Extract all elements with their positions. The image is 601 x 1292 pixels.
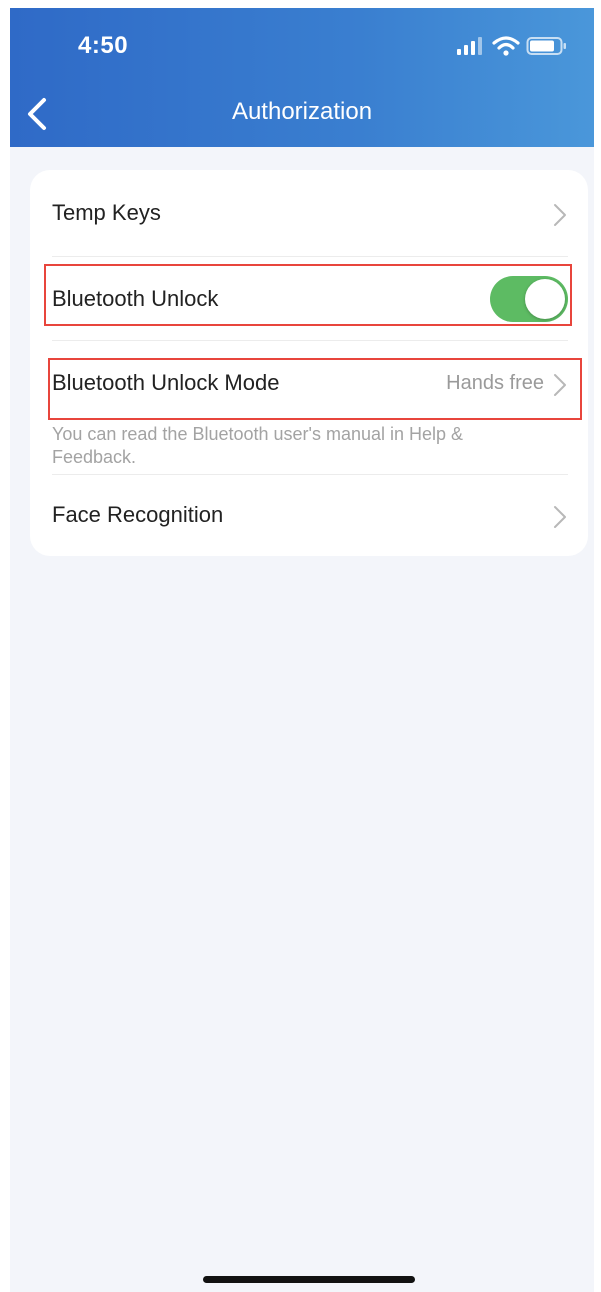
header-bar: 4:50 Authorization xyxy=(10,8,594,147)
wifi-icon xyxy=(492,36,520,56)
divider xyxy=(52,256,568,257)
home-indicator xyxy=(203,1276,415,1283)
face-recognition-label: Face Recognition xyxy=(52,502,224,527)
bluetooth-unlock-mode-highlight xyxy=(48,358,582,420)
chevron-right-icon xyxy=(554,506,566,528)
bluetooth-unlock-highlight xyxy=(44,264,572,326)
status-time: 4:50 xyxy=(78,32,129,59)
signal-icon xyxy=(457,37,482,55)
temp-keys-row[interactable]: Temp Keys xyxy=(52,188,568,238)
app-screen: 4:50 Authorization Temp Keys Bluetooth U… xyxy=(10,8,594,1292)
bluetooth-manual-hint: You can read the Bluetooth user's manual… xyxy=(52,424,464,467)
divider xyxy=(52,340,568,341)
chevron-right-icon xyxy=(554,204,566,226)
battery-icon xyxy=(526,37,566,55)
face-recognition-row[interactable]: Face Recognition xyxy=(52,492,568,542)
page-title: Authorization xyxy=(231,98,373,125)
temp-keys-label: Temp Keys xyxy=(52,200,161,225)
divider xyxy=(52,474,568,475)
